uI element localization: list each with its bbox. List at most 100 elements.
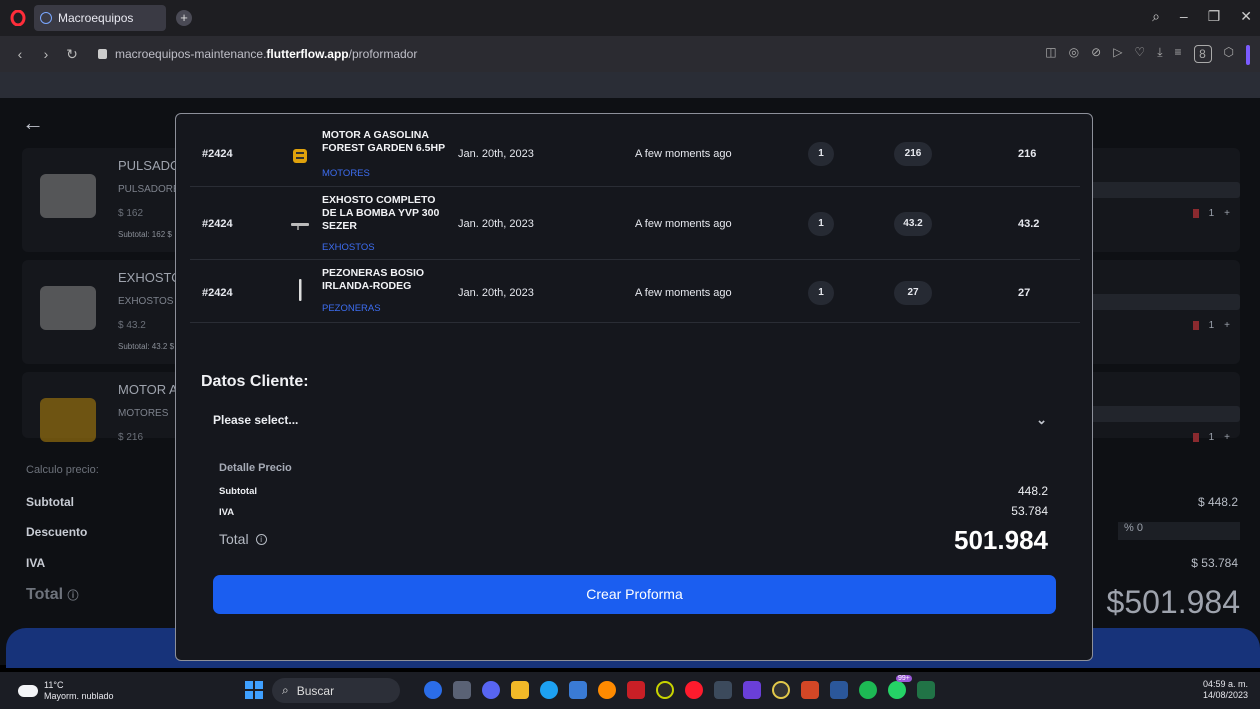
task-view-icon[interactable]: [453, 681, 471, 699]
row-total: 43.2: [1018, 218, 1040, 230]
product-name: MOTOR A GASOLINA FOREST GARDEN 6.5HP: [322, 129, 446, 154]
trash-icon[interactable]: [1192, 321, 1199, 330]
firefox-icon[interactable]: [598, 681, 616, 699]
descuento-input[interactable]: % 0: [1118, 522, 1240, 540]
quantity-badge: 1: [808, 281, 834, 305]
total-value: $501.984: [1106, 584, 1240, 620]
edge-icon[interactable]: [540, 681, 558, 699]
item-category: EXHOSTOS: [118, 296, 174, 307]
product-name: PEZONERAS BOSIO IRLANDA-RODEG: [322, 267, 425, 292]
plus-icon[interactable]: +: [1224, 208, 1230, 219]
download-icon[interactable]: ⤓: [1157, 45, 1162, 65]
new-tab-icon[interactable]: +: [176, 10, 192, 26]
menu-icon[interactable]: ≡: [1175, 45, 1182, 65]
app-gray-icon[interactable]: [714, 681, 732, 699]
product-image: [40, 398, 96, 442]
app-red-icon[interactable]: [627, 681, 645, 699]
back-nav-icon[interactable]: ‹: [14, 46, 26, 62]
item-qty: 1: [1208, 320, 1215, 331]
whatsapp-icon[interactable]: 99+: [888, 675, 912, 699]
client-select[interactable]: Please select... ⌄: [213, 406, 1053, 434]
cloud-icon: [18, 685, 38, 697]
taskbar-apps: 99+: [424, 675, 935, 699]
shield-icon[interactable]: ⊘: [1091, 45, 1101, 65]
search-icon[interactable]: ⌕: [1152, 8, 1160, 25]
minimize-icon[interactable]: –: [1180, 8, 1188, 25]
spotify-icon[interactable]: [859, 681, 877, 699]
item-name: EXHOSTO: [118, 270, 182, 285]
product-category[interactable]: EXHOSTOS: [322, 242, 375, 253]
reload-icon[interactable]: ↻: [66, 46, 78, 63]
clock-time: 04:59 a. m.: [1202, 679, 1248, 689]
proforma-modal: #2424 MOTOR A GASOLINA FOREST GARDEN 6.5…: [175, 113, 1093, 661]
taskbar-clock[interactable]: 04:59 a. m. 14/08/2023: [1203, 679, 1248, 701]
store-icon[interactable]: [569, 681, 587, 699]
iva-value: 53.784: [1011, 504, 1048, 518]
table-row: #2424 PEZONERAS BOSIO IRLANDA-RODEG PEZO…: [190, 261, 1080, 323]
quantity-badge: 1: [808, 212, 834, 236]
weather-text: Mayorm. nublado: [44, 691, 114, 701]
quantity-badge: 1: [808, 142, 834, 166]
plus-icon[interactable]: +: [1224, 320, 1230, 331]
select-placeholder: Please select...: [213, 413, 299, 427]
datos-cliente-title: Datos Cliente:: [201, 373, 309, 390]
word-icon[interactable]: [830, 681, 848, 699]
iva-value: $ 53.784: [1191, 556, 1238, 570]
file-explorer-icon[interactable]: [511, 681, 529, 699]
product-name: EXHOSTO COMPLETO DE LA BOMBA YVP 300 SEZ…: [322, 194, 440, 232]
item-qty: 1: [1208, 208, 1215, 219]
restore-icon[interactable]: ❐: [1208, 8, 1221, 25]
copilot-icon[interactable]: [424, 681, 442, 699]
table-row: #2424 MOTOR A GASOLINA FOREST GARDEN 6.5…: [190, 123, 1080, 187]
address-bar: ‹ › ↻ macroequipos-maintenance.flutterfl…: [0, 36, 1260, 72]
item-qty: 1: [1208, 432, 1215, 443]
close-icon[interactable]: ✕: [1240, 8, 1252, 25]
order-date: Jan. 20th, 2023: [458, 218, 534, 230]
crear-proforma-button[interactable]: Crear Proforma: [213, 575, 1056, 614]
trash-icon[interactable]: [1192, 433, 1199, 442]
app-circle-icon[interactable]: [656, 681, 674, 699]
windows-start-icon[interactable]: [245, 681, 263, 699]
teams-icon[interactable]: [482, 681, 500, 699]
taskbar-search[interactable]: ⌕ Buscar: [272, 678, 400, 703]
item-category: MOTORES: [118, 408, 169, 419]
total-label: Total i: [219, 531, 267, 547]
trash-icon[interactable]: [1192, 209, 1199, 218]
opera-icon[interactable]: [685, 681, 703, 699]
app-yellow-icon[interactable]: [772, 681, 790, 699]
info-icon[interactable]: i: [255, 533, 267, 545]
app-top-strip: [0, 72, 1260, 98]
subtotal-label: Subtotal: [219, 486, 257, 497]
subtotal-label: Subtotal: [26, 495, 74, 509]
url-text: macroequipos-maintenance.flutterflow.app…: [115, 47, 418, 61]
opera-logo-icon[interactable]: [8, 8, 28, 28]
account-icon[interactable]: 8: [1193, 45, 1212, 63]
product-category[interactable]: PEZONERAS: [322, 303, 381, 314]
order-id: #2424: [202, 287, 233, 299]
tab-title: Macroequipos: [58, 11, 134, 25]
iva-label: IVA: [26, 556, 46, 570]
browser-tab-bar: Macroequipos + ⌕ – ❐ ✕: [0, 0, 1260, 36]
table-row: #2424 EXHOSTO COMPLETO DE LA BOMBA YVP 3…: [190, 188, 1080, 260]
browser-tab[interactable]: Macroequipos: [34, 5, 166, 31]
cube-icon[interactable]: ⬡: [1224, 45, 1234, 65]
product-category[interactable]: MOTORES: [322, 168, 370, 179]
back-arrow-icon[interactable]: ←: [22, 110, 44, 136]
relative-time: A few moments ago: [635, 148, 732, 160]
item-price: $ 162: [118, 208, 144, 219]
flow-icon[interactable]: ▷: [1113, 45, 1122, 65]
url-field[interactable]: macroequipos-maintenance.flutterflow.app…: [98, 47, 417, 61]
unit-price-badge: 27: [894, 281, 932, 305]
chevron-down-icon: ⌄: [1036, 412, 1047, 427]
excel-icon[interactable]: [917, 681, 935, 699]
plus-icon[interactable]: +: [1224, 432, 1230, 443]
weather-widget[interactable]: 11°C Mayorm. nublado: [18, 680, 114, 702]
snapshot-icon[interactable]: ◫: [1045, 45, 1056, 65]
powerpoint-icon[interactable]: [801, 681, 819, 699]
camera-icon[interactable]: ◎: [1069, 45, 1079, 65]
heart-icon[interactable]: ♡: [1134, 45, 1145, 65]
forward-nav-icon[interactable]: ›: [40, 46, 52, 62]
windows-taskbar: 11°C Mayorm. nublado ⌕ Buscar 99+ 04:59 …: [0, 672, 1260, 709]
product-image: [40, 286, 96, 330]
app-purple-icon[interactable]: [743, 681, 761, 699]
